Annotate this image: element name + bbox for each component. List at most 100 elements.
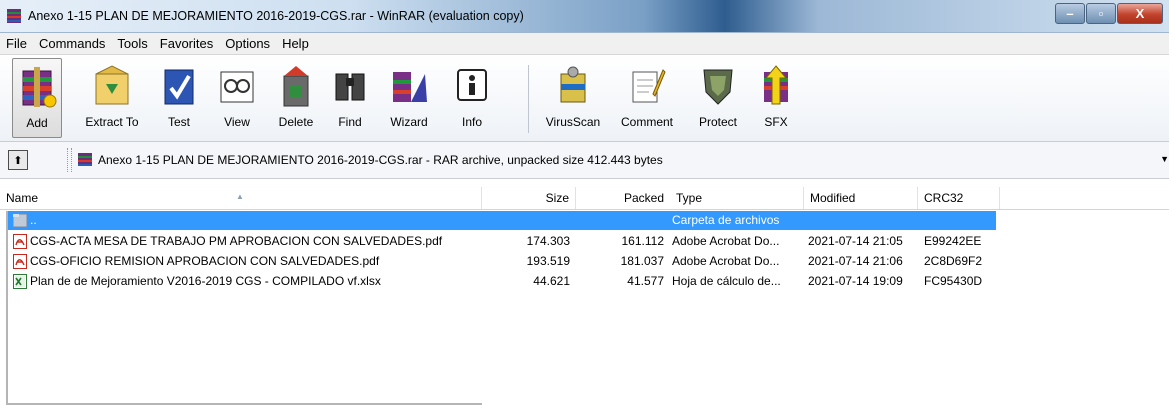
- excel-icon: [13, 274, 27, 289]
- file-name: CGS-OFICIO REMISION APROBACION CON SALVE…: [30, 254, 380, 268]
- file-crc32: E99242EE: [924, 234, 982, 248]
- file-size: 193.519: [526, 254, 570, 268]
- file-size: 174.303: [526, 234, 570, 248]
- comment-icon: [632, 69, 666, 103]
- maximize-button[interactable]: ▫: [1086, 3, 1116, 24]
- minimize-button[interactable]: –: [1055, 3, 1085, 24]
- comment-button[interactable]: Comment: [614, 58, 680, 136]
- column-header: Name ▲ Size Packed Type Modified CRC32: [0, 187, 1169, 210]
- menu-tools[interactable]: Tools: [111, 36, 153, 51]
- protect-label: Protect: [698, 115, 737, 129]
- file-crc32: FC95430D: [924, 274, 983, 288]
- delete-button[interactable]: Delete: [276, 58, 316, 136]
- address-dropdown-icon[interactable]: ▼: [1160, 154, 1169, 164]
- file-type: Hoja de cálculo de...: [672, 274, 781, 288]
- view-button[interactable]: View: [218, 58, 256, 136]
- close-button[interactable]: X: [1117, 3, 1163, 24]
- delete-icon: [283, 66, 309, 107]
- info-button[interactable]: Info: [454, 58, 490, 136]
- column-modified[interactable]: Modified: [804, 187, 918, 209]
- column-crc32[interactable]: CRC32: [918, 187, 1000, 209]
- view-label: View: [224, 115, 250, 129]
- add-button[interactable]: Add: [12, 58, 62, 138]
- extract-to-label: Extract To: [85, 115, 139, 129]
- test-icon: [164, 69, 194, 105]
- extract-icon: [95, 65, 129, 105]
- address-bar: ⬆ Anexo 1-15 PLAN DE MEJORAMIENTO 2016-2…: [0, 142, 1169, 179]
- column-type-label: Type: [676, 191, 703, 205]
- comment-label: Comment: [620, 115, 673, 129]
- column-packed[interactable]: Packed: [576, 187, 670, 209]
- menu-favorites[interactable]: Favorites: [154, 36, 219, 51]
- column-name[interactable]: Name ▲: [0, 187, 482, 209]
- sfx-button[interactable]: SFX: [756, 58, 796, 136]
- file-row[interactable]: Plan de de Mejoramiento V2016-2019 CGS -…: [8, 272, 998, 291]
- archive-path[interactable]: Anexo 1-15 PLAN DE MEJORAMIENTO 2016-201…: [98, 153, 663, 167]
- file-size: 44.621: [533, 274, 570, 288]
- up-arrow-icon: ⬆: [13, 154, 23, 167]
- file-name: CGS-ACTA MESA DE TRABAJO PM APROBACION C…: [30, 234, 443, 248]
- file-row[interactable]: CGS-ACTA MESA DE TRABAJO PM APROBACION C…: [8, 232, 998, 251]
- toolbar-separator: [528, 65, 529, 133]
- wizard-button[interactable]: Wizard: [384, 58, 434, 136]
- find-button[interactable]: Find: [332, 58, 368, 136]
- file-row[interactable]: CGS-OFICIO REMISION APROBACION CON SALVE…: [8, 252, 998, 271]
- archive-icon: [78, 153, 92, 166]
- pdf-icon: [13, 234, 27, 249]
- file-crc32: 2C8D69F2: [924, 254, 983, 268]
- find-icon: [335, 73, 365, 101]
- column-size-label: Size: [545, 191, 569, 205]
- menu-bar: File Commands Tools Favorites Options He…: [0, 33, 1169, 55]
- virusscan-button[interactable]: VirusScan: [540, 58, 606, 136]
- menu-help[interactable]: Help: [276, 36, 315, 51]
- folder-icon: [13, 213, 27, 228]
- file-modified: 2021-07-14 21:05: [808, 234, 903, 248]
- file-modified: 2021-07-14 19:09: [808, 274, 903, 288]
- menu-commands[interactable]: Commands: [33, 36, 111, 51]
- column-packed-label: Packed: [623, 191, 664, 205]
- maximize-icon: ▫: [1098, 6, 1104, 21]
- sfx-icon: [764, 65, 788, 105]
- wizard-icon: [393, 72, 427, 102]
- file-row[interactable]: .. Carpeta de archivos: [8, 211, 996, 230]
- address-grip: [67, 148, 72, 172]
- file-packed: 161.112: [621, 234, 665, 248]
- file-packed: 41.577: [627, 274, 664, 288]
- test-button[interactable]: Test: [160, 58, 198, 136]
- file-name: ..: [30, 213, 37, 227]
- column-modified-label: Modified: [810, 191, 856, 205]
- find-label: Find: [338, 115, 362, 129]
- protect-icon: [703, 69, 733, 105]
- winrar-app-icon[interactable]: [6, 9, 22, 23]
- add-icon: [22, 67, 57, 108]
- menu-options[interactable]: Options: [219, 36, 276, 51]
- menu-file[interactable]: File: [0, 36, 33, 51]
- toolbar: Add Extract To Test View Delete Find Wiz…: [0, 55, 1169, 142]
- extract-to-button[interactable]: Extract To: [82, 58, 142, 136]
- window-controls: – ▫ X: [1054, 3, 1163, 24]
- view-icon: [220, 71, 254, 103]
- up-folder-button[interactable]: ⬆: [8, 150, 28, 170]
- file-type: Adobe Acrobat Do...: [672, 234, 780, 248]
- file-modified: 2021-07-14 21:06: [808, 254, 903, 268]
- delete-label: Delete: [278, 115, 314, 129]
- column-size[interactable]: Size: [482, 187, 576, 209]
- pdf-icon: [13, 254, 27, 269]
- add-label: Add: [26, 116, 48, 130]
- virusscan-label: VirusScan: [545, 115, 601, 129]
- window-title: Anexo 1-15 PLAN DE MEJORAMIENTO 2016-201…: [28, 9, 524, 23]
- sort-ascending-icon: ▲: [236, 192, 244, 201]
- file-type: Adobe Acrobat Do...: [672, 254, 780, 268]
- column-name-label: Name: [6, 191, 39, 205]
- column-type[interactable]: Type: [670, 187, 804, 209]
- file-name: Plan de de Mejoramiento V2016-2019 CGS -…: [30, 274, 381, 288]
- file-type: Carpeta de archivos: [672, 213, 780, 227]
- column-crc32-label: CRC32: [924, 191, 964, 205]
- info-label: Info: [461, 115, 482, 129]
- info-icon: [457, 69, 487, 101]
- wizard-label: Wizard: [390, 115, 428, 129]
- sfx-label: SFX: [764, 115, 788, 129]
- protect-button[interactable]: Protect: [690, 58, 746, 136]
- test-label: Test: [167, 115, 190, 129]
- virusscan-icon: [560, 66, 586, 103]
